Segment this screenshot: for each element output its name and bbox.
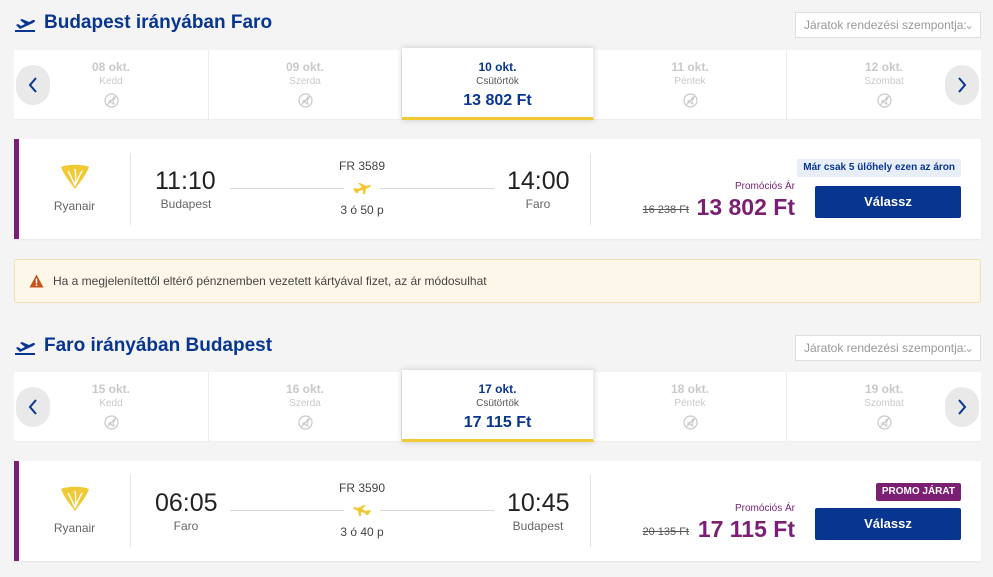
departure-city: Faro [173,519,199,533]
day-label: Csütörtök [476,398,519,409]
arrival-city: Faro [525,197,551,211]
route-line [230,510,344,511]
arrival-city: Budapest [512,519,564,533]
date-cell-selected[interactable]: 10 okt. Csütörtök 13 802 Ft [402,48,594,120]
warning-icon [29,274,44,288]
date-price: 17 115 Ft [463,414,532,431]
date-cell[interactable]: 09 okt. Szerda [209,50,402,120]
arrival-time: 10:45 [507,489,570,517]
sort-select-placeholder: Járatok rendezési szempontja: [804,18,967,32]
sort-select[interactable]: Járatok rendezési szempontja: ⌄ [795,335,981,361]
date-strip: 15 okt. Kedd 16 okt. Szerda 17 okt. Csüt… [14,370,981,442]
plane-icon [353,183,371,194]
promo-flight-badge: PROMO JÁRAT [875,483,961,501]
arrival-time: 14:00 [507,167,570,195]
next-dates-button[interactable] [945,65,979,105]
flight-duration: 3 ó 40 p [340,525,384,539]
chevron-down-icon: ⌄ [963,18,974,32]
ryanair-logo-icon [60,486,89,511]
date-label: 09 okt. [285,60,324,74]
day-label: Szerda [289,76,321,87]
date-label: 11 okt. [671,60,709,74]
departure-time: 06:05 [155,489,218,517]
prev-dates-button[interactable] [16,65,50,105]
day-label: Szerda [289,398,321,409]
airline-block: Ryanair [19,153,131,225]
sort-select[interactable]: Járatok rendezési szempontja: ⌄ [795,12,981,38]
price: 17 115 Ft [697,516,795,542]
chevron-left-icon [28,399,37,415]
seats-left-badge: Már csak 5 ülőhely ezen az áron [797,159,961,177]
date-cell[interactable]: 18 okt. Péntek [594,372,787,442]
section-title: Faro irányában Budapest [44,335,273,356]
section-title: Budapest irányában Faro [44,12,273,33]
no-flight-icon [103,415,119,430]
departure-time: 11:10 [155,167,216,195]
no-flight-icon [297,93,313,108]
date-cell[interactable]: 16 okt. Szerda [209,372,402,442]
promo-price-label: Promóciós Ár [734,503,795,514]
date-label: 16 okt. [285,382,324,396]
no-flight-icon [682,93,698,108]
day-label: Péntek [674,76,706,87]
airline-block: Ryanair [19,475,131,547]
flight-duration: 3 ó 50 p [340,203,384,217]
no-flight-icon [103,93,119,108]
sort-select-placeholder: Járatok rendezési szempontja: [804,341,967,355]
divider [590,475,591,547]
plane-icon [353,505,371,516]
next-dates-button[interactable] [945,387,979,427]
no-flight-icon [876,415,892,430]
currency-warning: Ha a megjelenítettől eltérő pénznemben v… [14,259,981,303]
old-price: 16 238 Ft [642,204,689,216]
chevron-right-icon [958,77,967,93]
date-label: 10 okt. [478,60,517,74]
date-cell-selected[interactable]: 17 okt. Csütörtök 17 115 Ft [402,370,594,442]
ryanair-logo-icon [60,164,89,189]
date-label: 17 okt. [478,382,517,396]
no-flight-icon [297,415,313,430]
date-label: 18 okt. [670,382,709,396]
price: 13 802 Ft [696,194,795,220]
promo-price-label: Promóciós Ár [734,181,795,192]
day-label: Csütörtök [476,76,519,87]
flight-card[interactable]: Ryanair 11:10 Budapest FR 3589 3 ó 50 p … [14,139,981,239]
divider [590,153,591,225]
warning-text: Ha a megjelenítettől eltérő pénznemben v… [53,274,487,288]
chevron-down-icon: ⌄ [963,341,974,355]
chevron-left-icon [28,77,37,93]
takeoff-icon [15,342,35,355]
flight-number: FR 3589 [338,159,386,173]
route-line [380,188,494,189]
date-cell[interactable]: 11 okt. Péntek [594,50,787,120]
flight-card[interactable]: Ryanair 06:05 Faro FR 3590 3 ó 40 p 10:4… [14,461,981,561]
route-line [380,510,494,511]
route-line [230,188,344,189]
select-flight-button[interactable]: Válassz [815,508,961,540]
no-flight-icon [876,93,892,108]
inbound-header: Faro irányában Budapest Járatok rendezés… [14,333,981,363]
flight-number: FR 3590 [338,481,386,495]
outbound-header: Budapest irányában Faro Járatok rendezés… [14,10,981,40]
day-label: Péntek [674,398,706,409]
takeoff-icon [15,19,35,32]
airline-name: Ryanair [53,199,96,213]
airline-name: Ryanair [53,521,96,535]
prev-dates-button[interactable] [16,387,50,427]
departure-city: Budapest [160,197,212,211]
no-flight-icon [682,415,698,430]
date-strip: 08 okt. Kedd 09 okt. Szerda 10 okt. Csüt… [14,48,981,120]
chevron-right-icon [958,399,967,415]
old-price: 20 135 Ft [642,526,689,538]
date-price: 13 802 Ft [463,92,532,109]
select-flight-button[interactable]: Válassz [815,186,961,218]
